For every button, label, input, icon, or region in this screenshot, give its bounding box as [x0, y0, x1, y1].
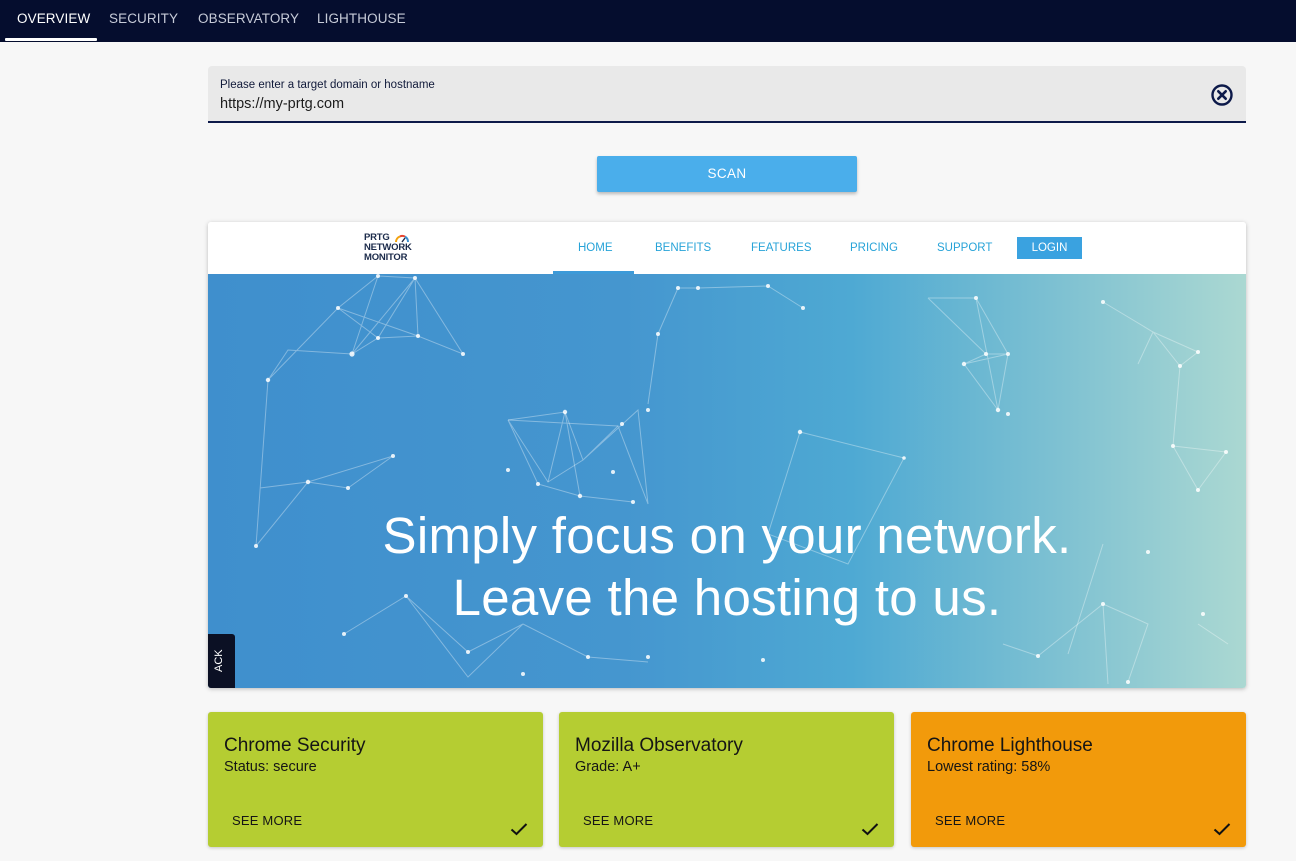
logo-line-3: MONITOR	[364, 252, 408, 263]
clear-icon[interactable]	[1210, 83, 1234, 107]
see-more-button[interactable]: SEE MORE	[232, 813, 302, 828]
feedback-tab[interactable]: ACK	[208, 634, 235, 688]
preview-header: PRTG NETWORK MONITOR HOME BENEFITS FEATU…	[208, 222, 1246, 274]
preview-login-button[interactable]: LOGIN	[1017, 237, 1082, 259]
card-title: Chrome Lighthouse	[927, 735, 1093, 756]
check-icon	[1213, 823, 1231, 836]
check-icon	[510, 823, 528, 836]
scan-button[interactable]: SCAN	[597, 156, 857, 192]
active-tab-indicator	[5, 38, 97, 41]
site-preview: PRTG NETWORK MONITOR HOME BENEFITS FEATU…	[208, 222, 1246, 688]
hero-headline-line-2: Leave the hosting to us.	[452, 569, 1002, 626]
tab-security[interactable]: SECURITY	[109, 0, 178, 42]
target-domain-label: Please enter a target domain or hostname	[220, 79, 435, 91]
card-mozilla-observatory: Mozilla Observatory Grade: A+ SEE MORE	[559, 712, 894, 847]
card-subtitle: Lowest rating: 58%	[927, 759, 1051, 775]
see-more-button[interactable]: SEE MORE	[583, 813, 653, 828]
tab-overview[interactable]: OVERVIEW	[17, 0, 90, 42]
card-chrome-lighthouse: Chrome Lighthouse Lowest rating: 58% SEE…	[911, 712, 1246, 847]
target-domain-field[interactable]: Please enter a target domain or hostname	[208, 66, 1246, 123]
preview-nav-home[interactable]: HOME	[578, 222, 613, 274]
card-title: Chrome Security	[224, 735, 366, 756]
preview-nav-support[interactable]: SUPPORT	[937, 222, 992, 274]
check-icon	[861, 823, 879, 836]
tab-observatory[interactable]: OBSERVATORY	[198, 0, 299, 42]
gauge-icon	[395, 234, 409, 243]
tab-lighthouse[interactable]: LIGHTHOUSE	[317, 0, 406, 42]
target-domain-input[interactable]	[220, 94, 1180, 114]
preview-nav-pricing[interactable]: PRICING	[850, 222, 898, 274]
hero-headline-line-1: Simply focus on your network.	[382, 507, 1072, 564]
card-chrome-security: Chrome Security Status: secure SEE MORE	[208, 712, 543, 847]
see-more-button[interactable]: SEE MORE	[935, 813, 1005, 828]
card-title: Mozilla Observatory	[575, 735, 743, 756]
preview-nav-features[interactable]: FEATURES	[751, 222, 812, 274]
prtg-logo: PRTG NETWORK MONITOR	[364, 233, 424, 267]
top-nav: OVERVIEW SECURITY OBSERVATORY LIGHTHOUSE	[0, 0, 1296, 42]
card-subtitle: Status: secure	[224, 759, 317, 775]
card-subtitle: Grade: A+	[575, 759, 641, 775]
preview-hero: Simply focus on your network. Leave the …	[208, 274, 1246, 688]
preview-nav-benefits[interactable]: BENEFITS	[655, 222, 711, 274]
feedback-tab-label: ACK	[213, 649, 225, 672]
